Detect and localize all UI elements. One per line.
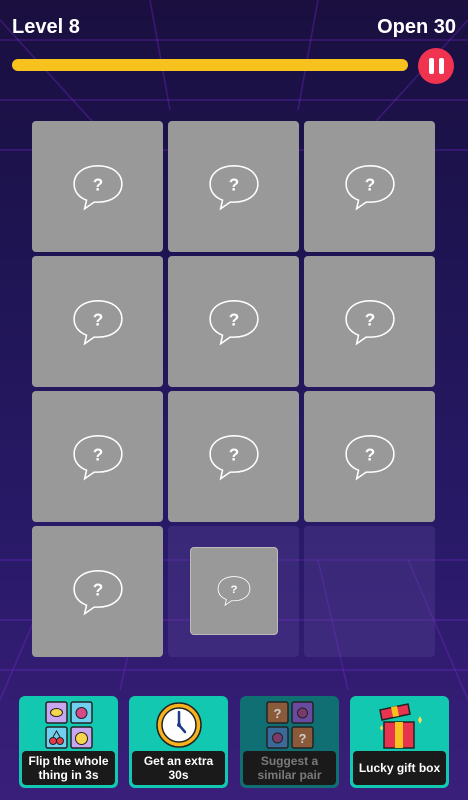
question-bubble-icon: ? xyxy=(344,299,395,346)
svg-text:?: ? xyxy=(364,444,375,464)
booster-bar: Flip the whole thing in 3s Get an extra … xyxy=(19,696,449,788)
svg-text:?: ? xyxy=(92,444,103,464)
level-label: Level 8 xyxy=(12,16,80,38)
question-bubble-icon: ? xyxy=(72,164,123,211)
gift-box-icon xyxy=(378,703,422,749)
card-slot[interactable]: ? xyxy=(168,526,299,657)
clock-icon xyxy=(155,702,202,748)
svg-text:?: ? xyxy=(364,309,375,329)
card-tile[interactable]: ? xyxy=(304,256,435,387)
progress-bar xyxy=(12,59,408,71)
card-tile[interactable]: ? xyxy=(168,121,299,252)
fruit-cards-icon xyxy=(44,701,93,749)
svg-text:?: ? xyxy=(92,579,103,599)
card-tile[interactable]: ? xyxy=(304,121,435,252)
booster-flip-all[interactable]: Flip the whole thing in 3s xyxy=(19,696,118,788)
svg-text:?: ? xyxy=(231,585,238,597)
booster-extra-time[interactable]: Get an extra 30s xyxy=(129,696,228,788)
svg-text:?: ? xyxy=(228,309,239,329)
card-tile[interactable]: ? xyxy=(304,391,435,522)
svg-text:?: ? xyxy=(228,444,239,464)
booster-gift-box[interactable]: Lucky gift box xyxy=(350,696,449,788)
progress-bar-fill xyxy=(12,59,408,71)
svg-text:?: ? xyxy=(298,731,306,746)
booster-suggest-pair-label: Suggest a similar pair xyxy=(243,751,336,785)
booster-suggest-pair[interactable]: ? ? Suggest a similar pair xyxy=(240,696,339,788)
svg-text:?: ? xyxy=(364,174,375,194)
booster-flip-all-label: Flip the whole thing in 3s xyxy=(22,751,115,785)
question-bubble-icon: ? xyxy=(344,164,395,211)
card-tile[interactable]: ? xyxy=(32,256,163,387)
card-tile[interactable]: ? xyxy=(168,391,299,522)
svg-text:?: ? xyxy=(92,309,103,329)
card-tile[interactable]: ? xyxy=(190,547,278,635)
question-bubble-icon: ? xyxy=(217,576,251,607)
question-bubble-icon: ? xyxy=(72,434,123,481)
booster-extra-time-label: Get an extra 30s xyxy=(132,751,225,785)
question-bubble-icon: ? xyxy=(208,434,259,481)
booster-gift-box-label: Lucky gift box xyxy=(353,751,446,785)
card-tile[interactable]: ? xyxy=(168,256,299,387)
svg-text:?: ? xyxy=(228,174,239,194)
pause-icon xyxy=(428,58,434,74)
svg-text:?: ? xyxy=(273,706,281,721)
question-bubble-icon: ? xyxy=(72,569,123,616)
card-tile[interactable]: ? xyxy=(32,121,163,252)
pause-button[interactable] xyxy=(418,48,454,84)
empty-card-slot xyxy=(304,526,435,657)
card-board: ??????????? xyxy=(32,121,436,659)
question-bubble-icon: ? xyxy=(208,164,259,211)
question-bubble-icon: ? xyxy=(72,299,123,346)
card-tile[interactable]: ? xyxy=(32,526,163,657)
hud: Level 8 Open 30 xyxy=(0,0,468,90)
open-counter: Open 30 xyxy=(377,16,456,38)
card-tile[interactable]: ? xyxy=(32,391,163,522)
question-bubble-icon: ? xyxy=(344,434,395,481)
hint-cards-icon: ? ? xyxy=(265,701,314,749)
svg-text:?: ? xyxy=(92,174,103,194)
question-bubble-icon: ? xyxy=(208,299,259,346)
